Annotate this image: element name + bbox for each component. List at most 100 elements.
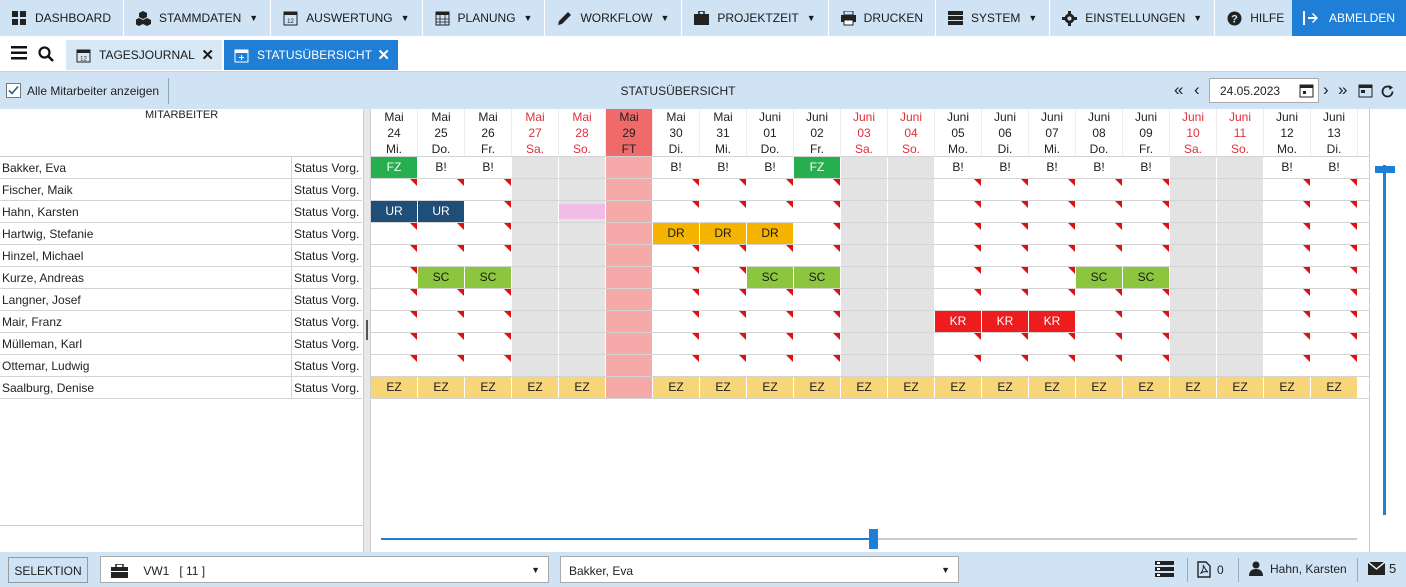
status-cell[interactable] (1311, 201, 1357, 222)
status-cell[interactable] (794, 311, 840, 332)
status-cell[interactable] (747, 289, 793, 310)
status-cell[interactable] (747, 179, 793, 200)
status-code-fz[interactable]: FZ (794, 157, 840, 178)
status-cell[interactable] (794, 201, 840, 222)
status-code-ez[interactable]: EZ (841, 377, 887, 398)
hamburger-menu-icon[interactable] (11, 46, 27, 60)
menu-einstellungen[interactable]: Einstellungen ▼ (1050, 0, 1216, 36)
status-cell[interactable] (747, 311, 793, 332)
status-cell[interactable] (1311, 179, 1357, 200)
search-icon[interactable] (38, 46, 54, 62)
employee-row[interactable]: Saalburg, Denise Status Vorg. (0, 377, 362, 399)
status-code-ez[interactable]: EZ (559, 377, 605, 398)
status-code-sc[interactable]: SC (794, 267, 840, 288)
status-code-ez[interactable]: EZ (935, 377, 981, 398)
status-cell[interactable] (1264, 201, 1310, 222)
prev-page-icon[interactable]: ‹ (1194, 81, 1200, 99)
status-code-b-open[interactable]: B! (1123, 157, 1169, 178)
status-cell[interactable] (982, 355, 1028, 376)
employee-row[interactable]: Hahn, Karsten Status Vorg. (0, 201, 362, 223)
status-code-kr[interactable]: KR (982, 311, 1028, 332)
status-cell[interactable] (465, 355, 511, 376)
employee-row[interactable]: Hartwig, Stefanie Status Vorg. (0, 223, 362, 245)
menu-projektzeit[interactable]: Projektzeit ▼ (682, 0, 829, 36)
employee-row[interactable]: Bakker, Eva Status Vorg. (0, 157, 362, 179)
next-page-icon[interactable]: › (1323, 81, 1329, 99)
status-code-ez[interactable]: EZ (747, 377, 793, 398)
status-cell[interactable] (418, 223, 464, 244)
status-cell[interactable] (794, 245, 840, 266)
first-page-icon[interactable]: « (1174, 81, 1183, 99)
status-code-ur[interactable]: UR (371, 201, 417, 222)
status-cell[interactable] (794, 333, 840, 354)
menu-stammdaten[interactable]: Stammdaten ▼ (124, 0, 272, 36)
status-cell[interactable] (794, 355, 840, 376)
tab-statusuebersicht[interactable]: STATUSÜBERSICHT ✕ (224, 40, 398, 70)
status-code-ez[interactable]: EZ (1170, 377, 1216, 398)
calendar-picker-icon[interactable] (1299, 83, 1314, 98)
status-code-ez[interactable]: EZ (700, 377, 746, 398)
status-code-b-open[interactable]: B! (1311, 157, 1357, 178)
status-cell[interactable] (794, 179, 840, 200)
status-cell[interactable] (935, 223, 981, 244)
status-cell[interactable] (700, 201, 746, 222)
menu-planung[interactable]: Planung ▼ (423, 0, 546, 36)
status-cell[interactable] (653, 201, 699, 222)
logout-button[interactable]: ABMELDEN (1292, 0, 1406, 36)
status-cell[interactable] (1076, 245, 1122, 266)
status-cell[interactable] (418, 245, 464, 266)
status-code-b-open[interactable]: B! (1029, 157, 1075, 178)
status-cell[interactable] (935, 289, 981, 310)
vertical-scroll-track[interactable] (1383, 165, 1386, 515)
status-cell[interactable] (371, 223, 417, 244)
mail-counter[interactable]: 5 (1368, 561, 1396, 576)
status-cell[interactable] (1264, 267, 1310, 288)
status-cell[interactable] (1123, 355, 1169, 376)
status-cell[interactable] (418, 311, 464, 332)
status-cell[interactable] (465, 333, 511, 354)
status-cell[interactable] (982, 223, 1028, 244)
status-cell[interactable] (1076, 201, 1122, 222)
status-code-ez[interactable]: EZ (1217, 377, 1263, 398)
status-cell[interactable] (1029, 179, 1075, 200)
status-cell[interactable] (653, 289, 699, 310)
vertical-scroll-thumb[interactable] (1375, 166, 1395, 173)
employee-dropdown[interactable]: Bakker, Eva ▼ (560, 556, 959, 583)
status-cell[interactable] (935, 179, 981, 200)
status-cell[interactable] (982, 179, 1028, 200)
menu-workflow[interactable]: Workflow ▼ (545, 0, 683, 36)
status-cell[interactable] (653, 245, 699, 266)
status-cell[interactable] (1076, 289, 1122, 310)
status-cell[interactable] (982, 245, 1028, 266)
status-cell[interactable] (1264, 311, 1310, 332)
status-code-ez[interactable]: EZ (1264, 377, 1310, 398)
show-all-employees-label[interactable]: Alle Mitarbeiter anzeigen (27, 84, 159, 98)
status-code-sc[interactable]: SC (747, 267, 793, 288)
menu-dashboard[interactable]: Dashboard (0, 0, 125, 36)
status-cell[interactable] (1029, 267, 1075, 288)
status-code-ez[interactable]: EZ (1076, 377, 1122, 398)
status-cell[interactable] (935, 333, 981, 354)
status-cell[interactable] (1264, 333, 1310, 354)
status-cell[interactable] (1311, 245, 1357, 266)
menu-system[interactable]: System ▼ (936, 0, 1051, 36)
status-cell[interactable] (1311, 223, 1357, 244)
group-dropdown[interactable]: VW1 [ 11 ] ▼ (100, 556, 549, 583)
status-cell[interactable] (418, 333, 464, 354)
show-all-employees-checkbox[interactable] (6, 83, 21, 98)
current-user[interactable]: Hahn, Karsten (1249, 561, 1347, 576)
status-cell[interactable] (700, 311, 746, 332)
status-cell[interactable] (1311, 267, 1357, 288)
splitter-grip[interactable] (366, 320, 368, 340)
status-cell[interactable] (1123, 201, 1169, 222)
status-cell[interactable] (418, 289, 464, 310)
selection-button[interactable]: SELEKTION (8, 557, 88, 583)
status-cell[interactable] (371, 267, 417, 288)
status-cell[interactable] (1029, 201, 1075, 222)
status-cell[interactable] (982, 333, 1028, 354)
status-cell[interactable] (653, 333, 699, 354)
status-code-b-open[interactable]: B! (1264, 157, 1310, 178)
status-code-ez[interactable]: EZ (1311, 377, 1357, 398)
tab-tagesjournal[interactable]: 12 TAGESJOURNAL ✕ (66, 40, 222, 70)
status-cell[interactable] (1076, 355, 1122, 376)
